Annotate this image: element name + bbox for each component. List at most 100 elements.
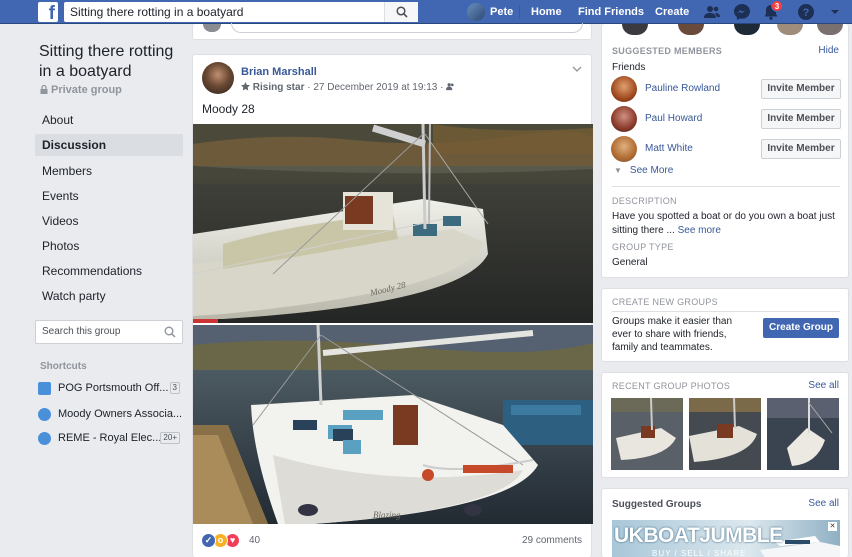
post-photo-2[interactable]: Blazing [193,325,593,524]
banner-subtitle: BUY / SELL / SHARE [652,549,747,557]
invite-member-button[interactable]: Invite Member [761,139,841,159]
post-photo-1[interactable]: Moody 28 [193,124,593,323]
nav-photos[interactable]: Photos [35,235,183,257]
nav-recommendations[interactable]: Recommendations [35,260,183,282]
suggested-groups-card: Suggested Groups See all UKBOATJUMBLE BU… [601,488,849,557]
create-link[interactable]: Create [655,0,689,24]
group-type-heading: GROUP TYPE [612,242,674,252]
lock-icon [40,84,48,94]
member-name[interactable]: Matt White [645,143,693,154]
group-title[interactable]: Sitting there rotting in a boatyard [39,42,179,82]
hide-link[interactable]: Hide [818,45,839,56]
shortcut-label: POG Portsmouth Off... [58,382,169,394]
svg-text:?: ? [803,7,810,19]
comment-input[interactable] [231,23,583,33]
top-navigation-bar: f Pete Home Find Friends Create 3 ? [0,0,852,24]
like-reaction-icon: ✓ [201,533,216,548]
recent-photos-card: RECENT GROUP PHOTOS See all [601,372,849,478]
group-info-card: SUGGESTED MEMBERS Hide Friends Pauline R… [601,24,849,278]
home-link[interactable]: Home [531,0,562,24]
post-text: Moody 28 [202,102,255,116]
left-sidebar: Sitting there rotting in a boatyard Priv… [0,25,192,557]
reactions-count: 40 [249,535,261,546]
find-friends-link[interactable]: Find Friends [578,0,644,24]
suggested-members-heading: SUGGESTED MEMBERS [612,46,723,56]
boat-photo-1: Moody 28 [193,124,593,323]
boat-photo-2: Blazing [193,325,593,524]
see-all-photos-link[interactable]: See all [808,380,839,391]
shortcut-item[interactable]: REME - Royal Elec... 20+ [38,429,183,447]
shortcut-count: 20+ [160,432,180,444]
recent-photo-thumb[interactable] [611,398,683,470]
member-avatar[interactable] [611,136,637,162]
create-group-button[interactable]: Create Group [763,318,839,338]
banner-title: UKBOATJUMBLE [614,524,783,547]
chevron-down-icon[interactable] [826,3,844,21]
create-groups-text: Groups make it easier than ever to share… [612,316,733,353]
post-options-chevron-icon[interactable] [572,65,582,73]
comments-count[interactable]: 29 comments [522,535,582,546]
recent-photo-thumb[interactable] [767,398,839,470]
description-heading: DESCRIPTION [612,196,677,206]
search-input[interactable] [64,2,384,22]
post-date[interactable]: 27 December 2019 at 19:13 [313,82,437,93]
post-author[interactable]: Brian Marshall [241,66,317,78]
shortcut-label: Moody Owners Associa... [58,408,183,420]
nav-events[interactable]: Events [35,185,183,207]
shortcuts-heading: Shortcuts [40,361,87,372]
group-privacy-icon [446,83,454,91]
member-name[interactable]: Pauline Rowland [645,83,720,94]
user-avatar[interactable] [467,3,485,21]
see-more-members[interactable]: ▼ See More [614,165,673,176]
facebook-logo-icon[interactable]: f [38,2,58,22]
author-avatar[interactable] [202,62,234,94]
nav-discussion[interactable]: Discussion [35,134,183,156]
create-groups-heading: CREATE NEW GROUPS [612,297,718,307]
member-name[interactable]: Paul Howard [645,113,702,124]
description-text: Have you spotted a boat or do you own a … [612,211,835,236]
close-icon[interactable]: ✕ [828,522,837,531]
see-all-groups-link[interactable]: See all [808,498,839,509]
recent-photo-thumb[interactable] [689,398,761,470]
shortcut-count: 3 [169,382,180,394]
suggested-group-banner[interactable]: UKBOATJUMBLE BUY / SELL / SHARE ✕ [612,520,840,557]
nav-watch-party[interactable]: Watch party [35,285,183,307]
group-search-input[interactable]: Search this group [35,320,183,344]
star-icon [241,82,250,91]
messenger-icon[interactable] [733,3,751,21]
profile-link[interactable]: Pete [490,0,513,24]
description-see-more-link[interactable]: See more [678,225,721,236]
friend-requests-icon[interactable] [703,3,721,21]
member-avatars-strip [622,24,843,36]
suggested-member-row: Paul Howard Invite Member [611,106,841,132]
member-avatar[interactable] [611,106,637,132]
search-button[interactable] [384,2,418,22]
chevron-down-icon: ▼ [614,166,622,175]
privacy-label: Private group [40,84,122,96]
invite-member-button[interactable]: Invite Member [761,79,841,99]
notifications-badge: 3 [771,0,783,12]
shortcut-item[interactable]: POG Portsmouth Off... 3 [38,379,183,397]
group-description: Have you spotted a boat or do you own a … [612,210,837,238]
group-icon [38,432,51,445]
post-meta: Rising star · 27 December 2019 at 19:13 … [241,82,455,93]
help-icon[interactable]: ? [797,3,815,21]
divider [612,311,840,312]
suggested-member-row: Pauline Rowland Invite Member [611,76,841,102]
group-type-value: General [612,257,648,268]
friends-label: Friends [612,62,646,73]
nav-videos[interactable]: Videos [35,210,183,232]
create-group-card: CREATE NEW GROUPS Groups make it easier … [601,288,849,362]
author-badge[interactable]: Rising star [253,82,305,93]
nav-members[interactable]: Members [35,160,183,182]
group-icon [38,382,51,395]
hull-name-text-2: Blazing [373,510,401,520]
comment-avatar [203,24,221,32]
member-avatar[interactable] [611,76,637,102]
shortcut-item[interactable]: Moody Owners Associa... [38,405,183,423]
shortcut-label: REME - Royal Elec... [58,432,162,444]
nav-about[interactable]: About [35,109,183,131]
invite-member-button[interactable]: Invite Member [761,109,841,129]
suggested-groups-heading: Suggested Groups [612,499,702,510]
previous-post-footer [192,23,592,40]
